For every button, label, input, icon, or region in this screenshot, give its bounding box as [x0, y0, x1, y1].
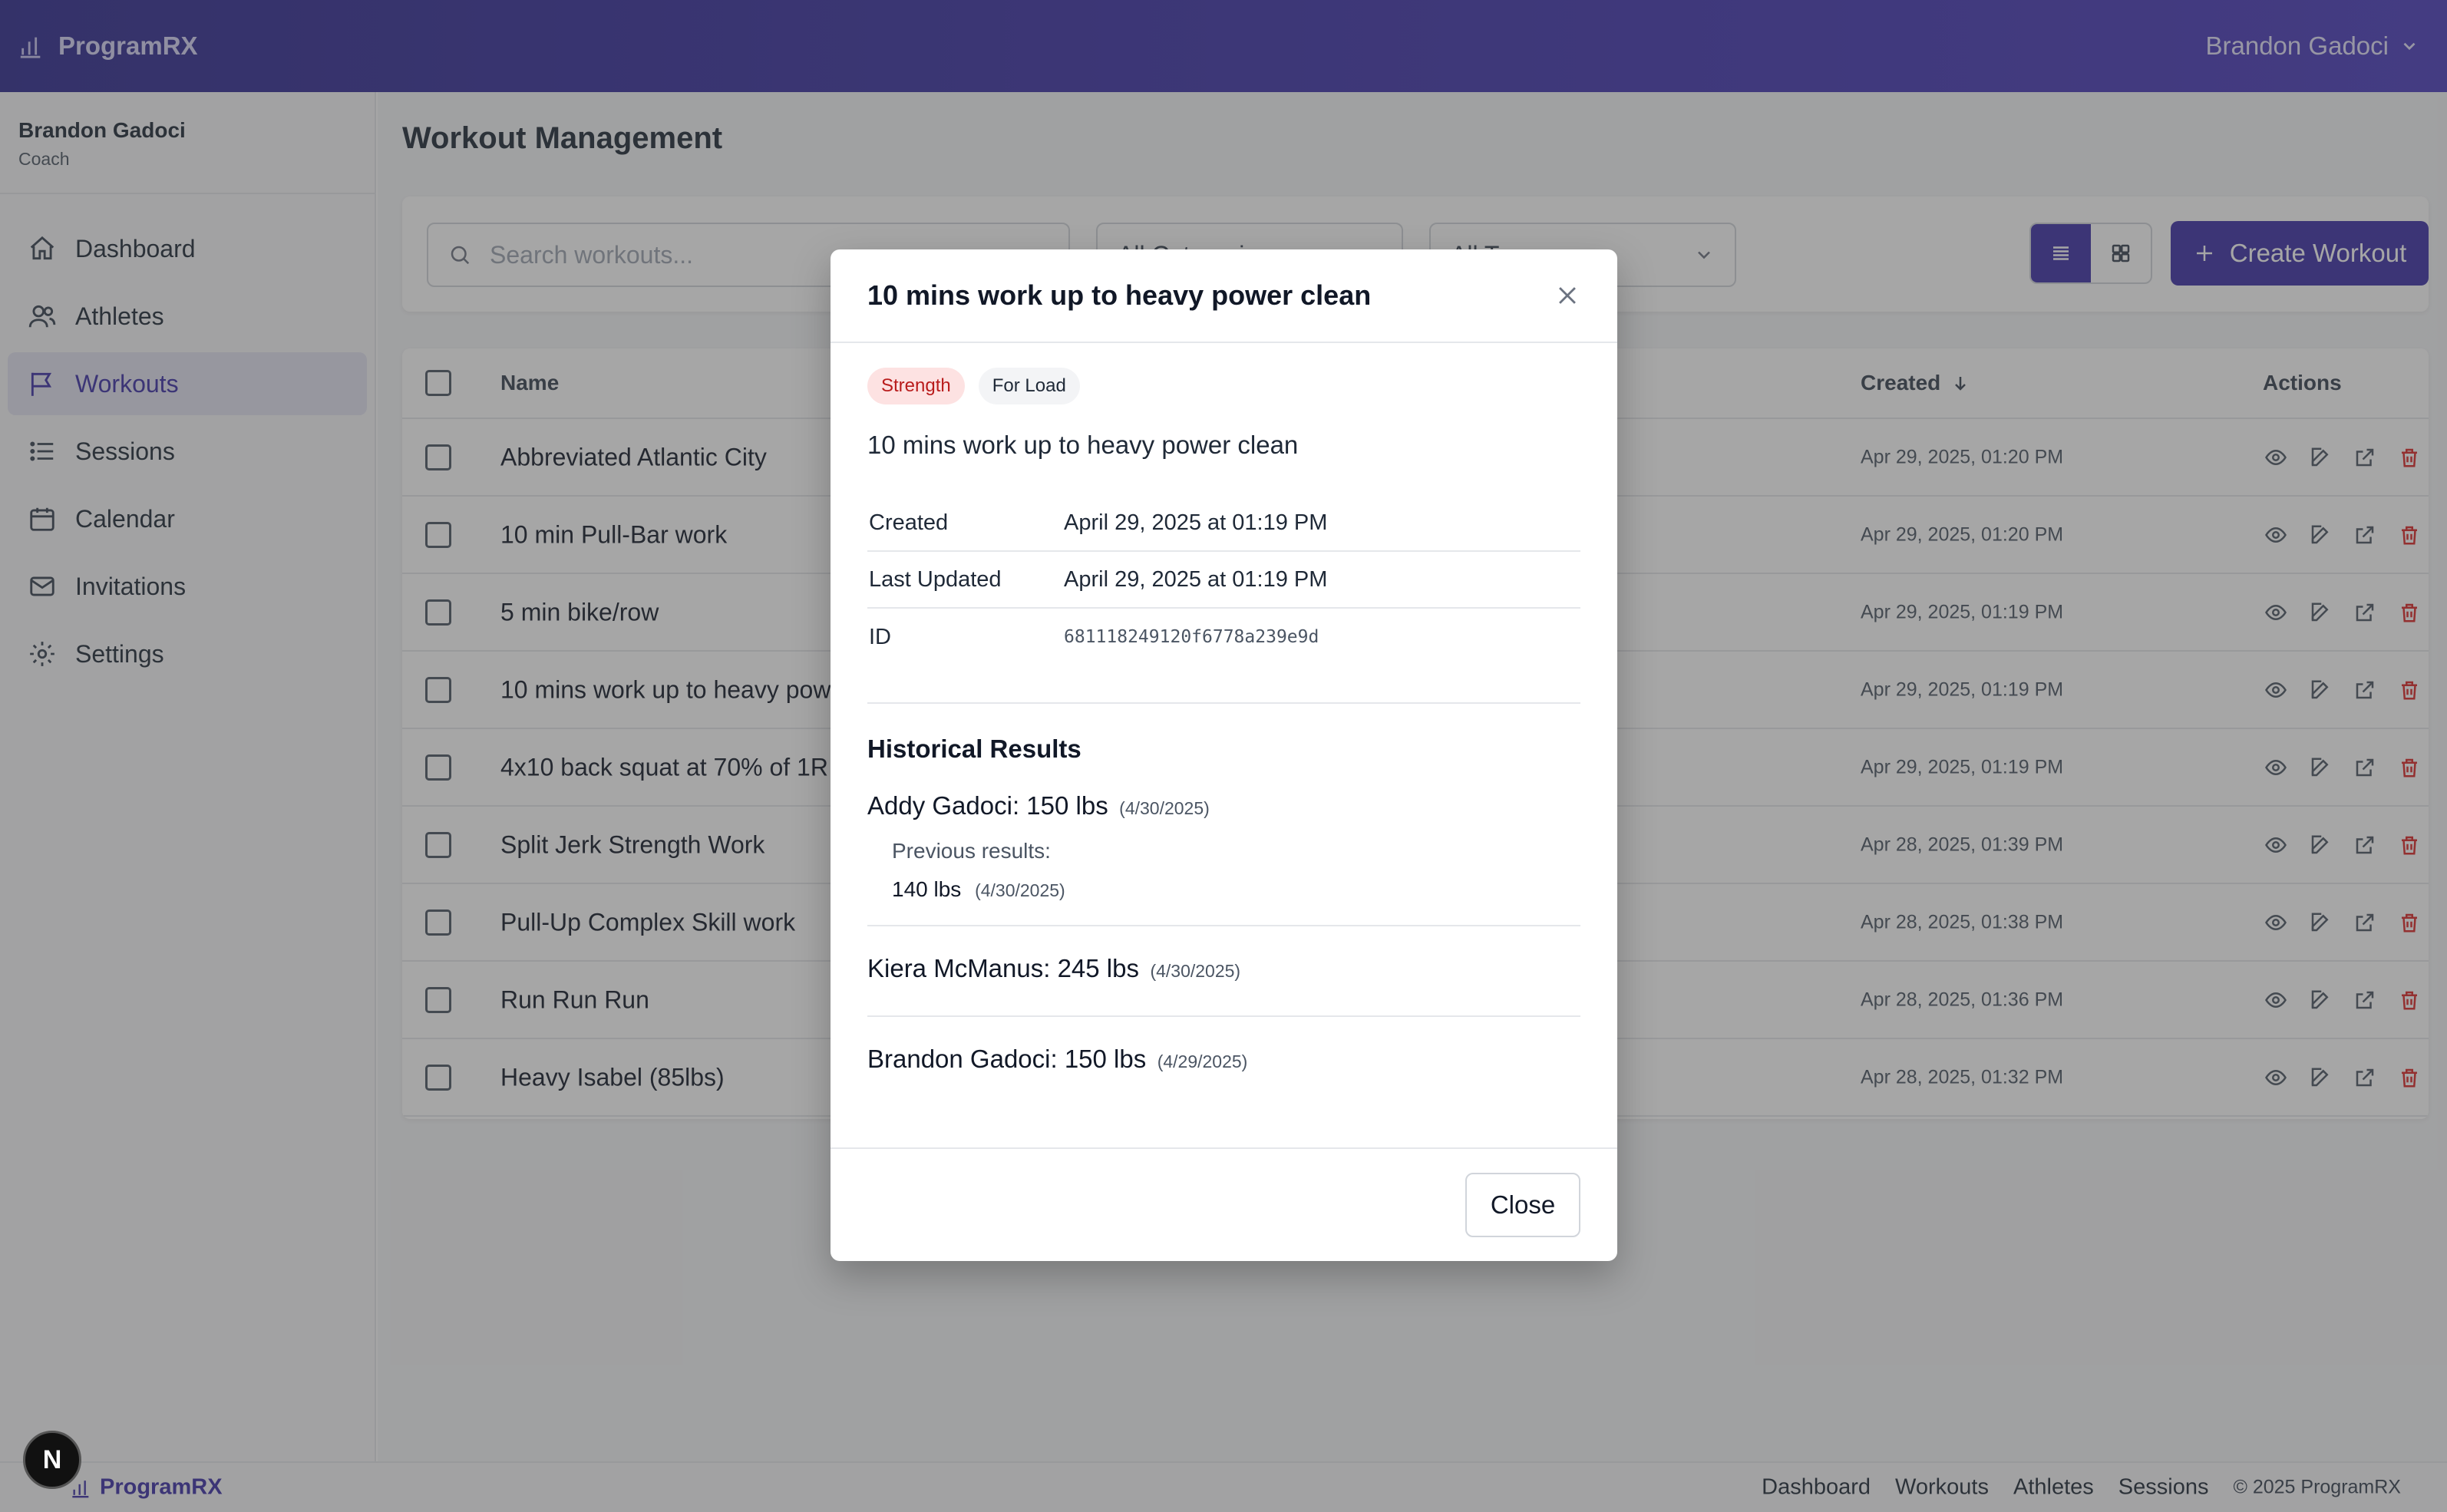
- dev-tools-badge[interactable]: N: [23, 1431, 81, 1489]
- history-title: Historical Results: [867, 735, 1082, 763]
- meta-row-created: Created April 29, 2025 at 01:19 PM: [867, 495, 1580, 552]
- meta-value: April 29, 2025 at 01:19 PM: [1064, 566, 1328, 592]
- result-item: Kiera McManus: 245 lbs (4/30/2025): [867, 926, 1580, 1017]
- result-date: (4/30/2025): [1150, 961, 1241, 981]
- previous-result-value: 140 lbs: [892, 877, 962, 901]
- meta-row-id: ID 681118249120f6778a239e9d: [867, 609, 1580, 665]
- result-main: Kiera McManus: 245 lbs: [867, 954, 1139, 982]
- result-date: (4/29/2025): [1157, 1051, 1248, 1071]
- previous-result-date: (4/30/2025): [975, 880, 1065, 900]
- result-main: Addy Gadoci: 150 lbs: [867, 791, 1108, 820]
- modal-body: Strength For Load 10 mins work up to hea…: [831, 343, 1617, 1097]
- close-button[interactable]: Close: [1465, 1173, 1580, 1237]
- result-main: Brandon Gadoci: 150 lbs: [867, 1045, 1147, 1073]
- result-date: (4/30/2025): [1119, 798, 1210, 818]
- workout-detail-modal: 10 mins work up to heavy power clean Str…: [831, 249, 1617, 1261]
- previous-results-label: Previous results:: [892, 839, 1051, 863]
- meta-label: Created: [869, 510, 949, 535]
- meta-value: 681118249120f6778a239e9d: [1064, 627, 1319, 647]
- meta-label: Last Updated: [869, 566, 1002, 592]
- meta-table: Created April 29, 2025 at 01:19 PM Last …: [867, 495, 1580, 665]
- modal-title: 10 mins work up to heavy power clean: [867, 279, 1372, 311]
- previous-results: Previous results: 140 lbs (4/30/2025): [867, 839, 1580, 902]
- result-item: Brandon Gadoci: 150 lbs (4/29/2025): [867, 1017, 1580, 1097]
- divider: [867, 702, 1580, 704]
- modal-header: 10 mins work up to heavy power clean: [831, 249, 1617, 343]
- close-icon[interactable]: [1554, 282, 1580, 309]
- meta-row-updated: Last Updated April 29, 2025 at 01:19 PM: [867, 552, 1580, 609]
- workout-description: 10 mins work up to heavy power clean: [867, 431, 1299, 459]
- previous-result-item: 140 lbs (4/30/2025): [892, 877, 1580, 902]
- result-item: Addy Gadoci: 150 lbs (4/30/2025) Previou…: [867, 764, 1580, 926]
- meta-label: ID: [869, 624, 891, 649]
- category-tag: Strength: [867, 368, 965, 404]
- tag-list: Strength For Load: [867, 368, 1580, 404]
- meta-value: April 29, 2025 at 01:19 PM: [1064, 510, 1328, 535]
- type-tag: For Load: [978, 368, 1080, 404]
- results-list: Addy Gadoci: 150 lbs (4/30/2025) Previou…: [867, 764, 1580, 1097]
- modal-footer: Close: [831, 1147, 1617, 1261]
